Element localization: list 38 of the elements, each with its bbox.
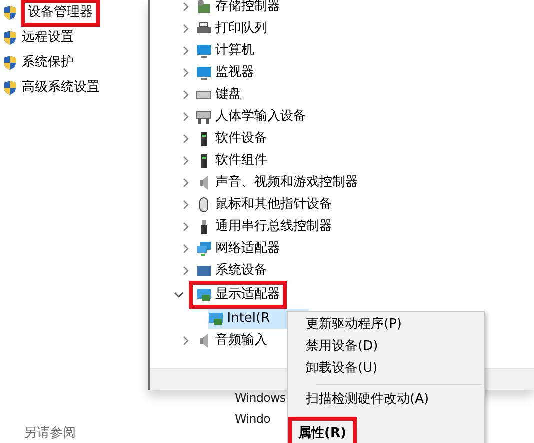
shield-icon xyxy=(2,5,18,21)
sidebar-link[interactable]: 远程设置 xyxy=(22,28,74,48)
device-category[interactable]: 软件设备 xyxy=(215,129,268,149)
device-category[interactable]: 显示适配器 xyxy=(215,285,280,305)
menu-item[interactable]: 卸载设备(U) xyxy=(306,359,378,379)
menu-item[interactable]: 属性(R) xyxy=(298,424,346,443)
menu-item[interactable]: 更新驱动程序(P) xyxy=(306,315,402,335)
background-text: Windows xyxy=(235,390,286,407)
sidebar-link[interactable]: 高级系统设置 xyxy=(22,78,100,98)
sidebar-link[interactable]: 系统保护 xyxy=(22,53,74,73)
device-category[interactable]: 人体学输入设备 xyxy=(215,107,306,127)
device-category[interactable]: 系统设备 xyxy=(215,261,268,281)
background-text: Windo xyxy=(235,411,271,428)
device-category[interactable]: 声音、视频和游戏控制器 xyxy=(215,173,358,193)
storage-icon xyxy=(196,0,212,15)
sidebar-link[interactable]: 设备管理器 xyxy=(28,3,93,23)
shield-icon xyxy=(2,30,18,46)
monitor-icon xyxy=(196,43,212,59)
shield-icon xyxy=(2,80,18,96)
device-category[interactable]: 键盘 xyxy=(215,85,242,105)
menu-item[interactable]: 禁用设备(D) xyxy=(306,337,378,357)
device-category[interactable]: 网络适配器 xyxy=(215,239,280,259)
display-adapter-icon xyxy=(208,311,224,327)
network-icon xyxy=(196,241,212,257)
device-category[interactable]: 软件组件 xyxy=(215,151,268,171)
device-category[interactable]: 监视器 xyxy=(215,63,254,83)
device-category[interactable]: 音频输入 xyxy=(215,331,268,351)
section-heading: 另请参阅 xyxy=(24,425,76,443)
system-device-icon xyxy=(196,263,212,279)
monitor-icon xyxy=(196,65,212,81)
device-category[interactable]: 通用串行总线控制器 xyxy=(215,217,332,237)
shield-icon xyxy=(2,55,18,71)
menu-item[interactable]: 扫描检测硬件改动(A) xyxy=(306,390,430,410)
input-device-icon xyxy=(196,109,212,125)
device-category[interactable]: 鼠标和其他指针设备 xyxy=(215,195,332,215)
device-category[interactable]: 打印队列 xyxy=(215,19,268,39)
display-adapter-icon xyxy=(196,287,212,303)
device-category[interactable]: 计算机 xyxy=(215,41,254,61)
